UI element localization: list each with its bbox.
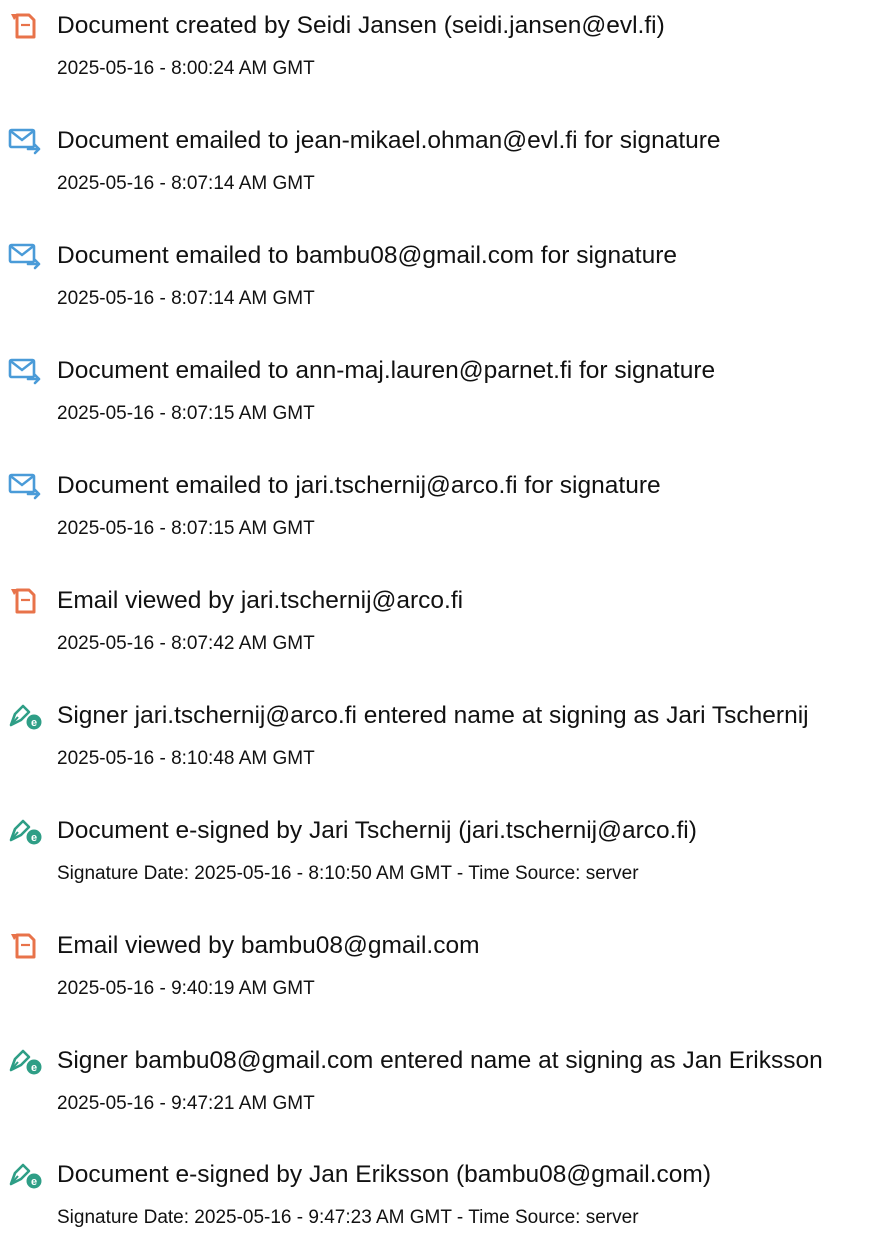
e-sign-icon: e: [8, 816, 42, 846]
event-description: Document e-signed by Jan Eriksson (bambu…: [57, 1161, 711, 1188]
event-timestamp: 2025-05-16 - 8:07:14 AM GMT: [57, 288, 315, 309]
svg-text:e: e: [31, 1062, 37, 1074]
event-description: Document emailed to jari.tschernij@arco.…: [57, 472, 661, 499]
e-sign-icon: e: [8, 1046, 42, 1076]
event-timestamp: 2025-05-16 - 8:00:24 AM GMT: [57, 58, 315, 79]
audit-event: e Signer jari.tschernij@arco.fi entered …: [0, 690, 891, 780]
svg-text:e: e: [31, 1176, 37, 1188]
document-icon: [8, 586, 42, 616]
event-description: Document emailed to bambu08@gmail.com fo…: [57, 242, 677, 269]
event-timestamp: 2025-05-16 - 8:07:42 AM GMT: [57, 633, 315, 654]
audit-event: e Signer bambu08@gmail.com entered name …: [0, 1035, 891, 1125]
event-description: Email viewed by jari.tschernij@arco.fi: [57, 587, 464, 614]
event-description: Signer jari.tschernij@arco.fi entered na…: [57, 702, 809, 729]
e-sign-icon: e: [8, 701, 42, 731]
event-timestamp: 2025-05-16 - 9:47:21 AM GMT: [57, 1093, 315, 1114]
email-sent-icon: [8, 241, 42, 271]
event-timestamp: 2025-05-16 - 9:40:19 AM GMT: [57, 978, 315, 999]
event-description: Document created by Seidi Jansen (seidi.…: [57, 12, 665, 39]
email-sent-icon: [8, 356, 42, 386]
audit-event: e Document e-signed by Jan Eriksson (bam…: [0, 1149, 891, 1239]
audit-event: Document created by Seidi Jansen (seidi.…: [0, 0, 891, 90]
event-timestamp: 2025-05-16 - 8:07:15 AM GMT: [57, 518, 315, 539]
audit-event: Document emailed to jari.tschernij@arco.…: [0, 460, 891, 550]
event-description: Email viewed by bambu08@gmail.com: [57, 932, 480, 959]
event-timestamp: Signature Date: 2025-05-16 - 8:10:50 AM …: [57, 863, 639, 884]
email-sent-icon: [8, 471, 42, 501]
event-description: Document e-signed by Jari Tschernij (jar…: [57, 817, 697, 844]
e-sign-icon: e: [8, 1160, 42, 1190]
event-timestamp: Signature Date: 2025-05-16 - 9:47:23 AM …: [57, 1207, 639, 1228]
audit-event: Email viewed by jari.tschernij@arco.fi 2…: [0, 575, 891, 665]
event-timestamp: 2025-05-16 - 8:07:14 AM GMT: [57, 173, 315, 194]
audit-event: Document emailed to jean-mikael.ohman@ev…: [0, 115, 891, 205]
svg-text:e: e: [31, 717, 37, 729]
event-description: Document emailed to jean-mikael.ohman@ev…: [57, 127, 721, 154]
event-description: Signer bambu08@gmail.com entered name at…: [57, 1047, 823, 1074]
document-icon: [8, 931, 42, 961]
event-timestamp: 2025-05-16 - 8:07:15 AM GMT: [57, 403, 315, 424]
audit-event: Document emailed to bambu08@gmail.com fo…: [0, 230, 891, 320]
document-icon: [8, 11, 42, 41]
event-timestamp: 2025-05-16 - 8:10:48 AM GMT: [57, 748, 315, 769]
audit-event: Email viewed by bambu08@gmail.com 2025-0…: [0, 920, 891, 1010]
email-sent-icon: [8, 126, 42, 156]
audit-event: e Document e-signed by Jari Tschernij (j…: [0, 805, 891, 895]
event-description: Document emailed to ann-maj.lauren@parne…: [57, 357, 716, 384]
audit-event: Document emailed to ann-maj.lauren@parne…: [0, 345, 891, 435]
svg-text:e: e: [31, 832, 37, 844]
